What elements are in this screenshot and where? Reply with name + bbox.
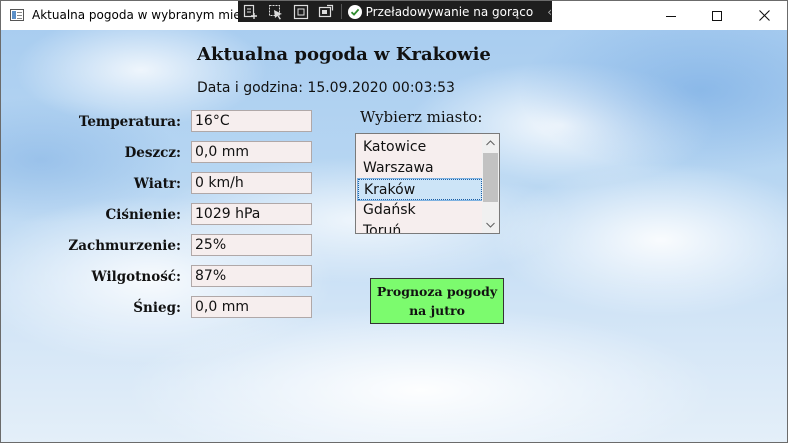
scroll-down-icon[interactable] xyxy=(482,216,499,233)
wind-field[interactable]: 0 km/h xyxy=(191,172,312,194)
wind-label: Wiatr: xyxy=(133,176,181,192)
title-bar[interactable]: Aktualna pogoda w wybranym mieście Przeł… xyxy=(1,1,787,30)
city-item[interactable]: Toruń xyxy=(358,221,482,233)
rain-field[interactable]: 0,0 mm xyxy=(191,141,312,163)
temperature-field[interactable]: 16°C xyxy=(191,110,312,132)
humidity-label: Wilgotność: xyxy=(91,269,181,285)
window-title: Aktualna pogoda w wybranym mieście xyxy=(32,8,238,22)
city-item[interactable]: Gdańsk xyxy=(358,200,482,221)
humidity-field[interactable]: 87% xyxy=(191,265,312,287)
page-title: Aktualna pogoda w Krakowie xyxy=(197,44,491,65)
scroll-up-icon[interactable] xyxy=(482,134,499,151)
pressure-field[interactable]: 1029 hPa xyxy=(191,203,312,225)
forecast-button-line2: na jutro xyxy=(409,303,465,318)
city-item-selected[interactable]: Kraków xyxy=(357,178,483,201)
live-visual-tree-icon[interactable] xyxy=(238,1,263,22)
temperature-label: Temperatura: xyxy=(78,114,181,130)
datetime-text: Data i godzina: 15.09.2020 00:03:53 xyxy=(197,80,455,96)
maximize-button[interactable] xyxy=(694,1,740,30)
track-focus-icon[interactable] xyxy=(314,1,339,22)
collapse-toolbar-icon[interactable]: ‹ xyxy=(547,5,552,19)
city-listbox[interactable]: Katowice Warszawa Kraków Gdańsk Toruń xyxy=(355,133,500,234)
app-icon xyxy=(10,9,24,21)
scrollbar-thumb[interactable] xyxy=(483,153,498,202)
pressure-label: Ciśnienie: xyxy=(105,207,181,223)
select-element-icon[interactable] xyxy=(263,1,288,22)
rain-label: Deszcz: xyxy=(124,145,181,161)
hot-reload-label: Przeładowywanie na gorąco xyxy=(365,4,534,19)
close-button[interactable] xyxy=(741,1,787,30)
snow-field[interactable]: 0,0 mm xyxy=(191,296,312,318)
cloudiness-label: Zachmurzenie: xyxy=(68,238,181,254)
city-picker-label: Wybierz miasto: xyxy=(360,108,483,126)
cloudiness-field[interactable]: 25% xyxy=(191,234,312,256)
check-circle-icon xyxy=(347,4,362,19)
minimize-button[interactable] xyxy=(648,1,694,30)
city-item[interactable]: Katowice xyxy=(358,137,482,158)
display-layout-adorners-icon[interactable] xyxy=(288,1,313,22)
forecast-tomorrow-button[interactable]: Prognoza pogody na jutro xyxy=(370,278,504,324)
client-area: Aktualna pogoda w Krakowie Data i godzin… xyxy=(1,30,787,442)
app-window: Aktualna pogoda w wybranym mieście Przeł… xyxy=(0,0,788,443)
xaml-debug-toolbar: Przeładowywanie na gorąco ‹ xyxy=(238,1,552,22)
hot-reload-status[interactable]: Przeładowywanie na gorąco xyxy=(347,4,534,19)
toolbar-separator xyxy=(340,4,342,19)
snow-label: Śnieg: xyxy=(133,300,181,316)
city-item[interactable]: Warszawa xyxy=(358,158,482,179)
forecast-button-line1: Prognoza pogody xyxy=(376,284,498,299)
city-list-scrollbar[interactable] xyxy=(482,134,499,233)
